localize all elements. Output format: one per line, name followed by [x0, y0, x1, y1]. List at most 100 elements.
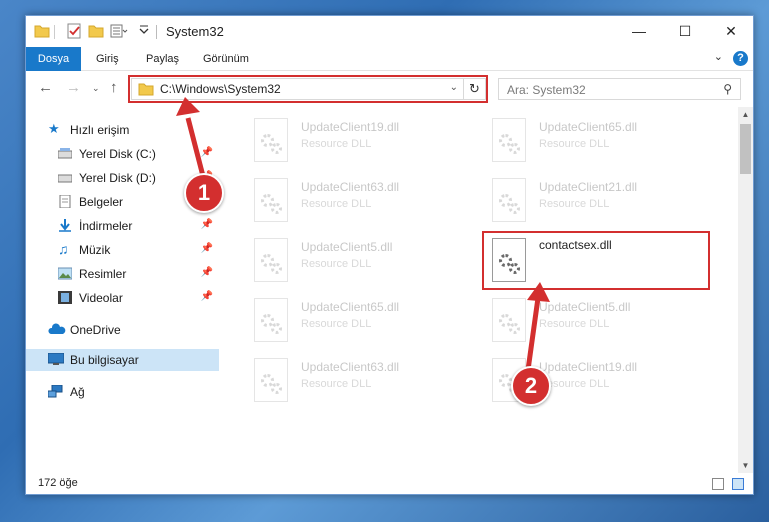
customize-toolbar-icon[interactable] [110, 23, 128, 39]
explorer-window: System32 — ☐ ✕ Dosya Giriş Paylaş Görünü… [25, 15, 754, 495]
file-name: UpdateClient65.dll [301, 300, 400, 314]
sidebar-item-onedrive[interactable]: OneDrive [26, 319, 219, 341]
music-icon: ♫ [58, 241, 69, 257]
sidebar-item-label: İndirmeler [79, 219, 133, 233]
document-icon [59, 195, 71, 208]
sidebar-item-label: Ağ [70, 385, 85, 399]
properties-icon[interactable] [66, 23, 82, 39]
close-button[interactable]: ✕ [708, 16, 753, 46]
file-item[interactable]: UpdateClient5.dll Resource DLL [484, 296, 714, 352]
tab-file[interactable]: Dosya [26, 47, 81, 71]
sidebar-item-this-pc[interactable]: Bu bilgisayar [26, 349, 219, 371]
scroll-down-icon[interactable]: ▼ [738, 458, 753, 473]
network-icon [48, 385, 63, 398]
search-input[interactable]: Ara: System32 ⚲ [498, 78, 741, 100]
ribbon: Dosya Giriş Paylaş Görünüm ⌄ ? [26, 47, 753, 71]
sidebar-item-network[interactable]: Ağ [26, 381, 219, 403]
folder-icon [34, 25, 50, 38]
dll-file-icon [254, 118, 288, 162]
pin-icon[interactable]: 📌 [201, 243, 213, 254]
dll-file-icon [254, 238, 288, 282]
pin-icon[interactable]: 📌 [201, 291, 213, 302]
vertical-scrollbar[interactable]: ▲ ▼ [738, 107, 753, 473]
chevron-down-icon[interactable] [138, 23, 150, 39]
item-count: 172 öğe [38, 477, 78, 489]
file-name: UpdateClient5.dll [539, 300, 631, 314]
navigation-bar: ← → ⌄ ↑ C:\Windows\System32 ⌄ ↻ Ara: Sys… [26, 72, 753, 106]
file-highlight [482, 231, 710, 290]
file-name: UpdateClient5.dll [301, 240, 393, 254]
file-type: Resource DLL [539, 138, 610, 150]
file-name: UpdateClient63.dll [301, 360, 400, 374]
tab-home[interactable]: Giriş [96, 47, 119, 71]
video-icon [58, 291, 72, 304]
dll-file-icon [492, 118, 526, 162]
details-view-icon[interactable] [712, 478, 724, 490]
file-type: Resource DLL [539, 198, 610, 210]
file-type: Resource DLL [301, 378, 372, 390]
status-bar: 172 öğe [26, 473, 753, 494]
file-item[interactable]: UpdateClient63.dll Resource DLL [246, 176, 476, 232]
cloud-icon [48, 323, 66, 334]
file-item[interactable]: UpdateClient5.dll Resource DLL [246, 236, 476, 292]
recent-locations-icon[interactable]: ⌄ [92, 83, 100, 94]
file-type: Resource DLL [539, 318, 610, 330]
sidebar-item-label: Hızlı erişim [70, 123, 130, 137]
sidebar-item-label: OneDrive [70, 323, 121, 337]
file-type: Resource DLL [301, 318, 372, 330]
dll-file-icon [492, 298, 526, 342]
back-button[interactable]: ← [38, 79, 53, 96]
sidebar-item-label: Bu bilgisayar [70, 353, 139, 367]
sidebar-item-pictures[interactable]: Resimler 📌 [26, 263, 219, 285]
search-placeholder: Ara: System32 [507, 83, 586, 97]
forward-button[interactable]: → [66, 79, 81, 96]
tab-view[interactable]: Görünüm [203, 47, 249, 71]
scrollbar-thumb[interactable] [740, 124, 751, 174]
file-name: UpdateClient63.dll [301, 180, 400, 194]
sidebar-item-downloads[interactable]: İndirmeler 📌 [26, 215, 219, 237]
navigation-pane: ★ Hızlı erişim Yerel Disk (C:) 📌 Yerel D… [26, 111, 219, 473]
minimize-button[interactable]: — [616, 16, 662, 46]
computer-icon [48, 353, 64, 365]
tab-share[interactable]: Paylaş [146, 47, 179, 71]
file-name: UpdateClient65.dll [539, 120, 638, 134]
download-icon [59, 219, 71, 232]
file-name: UpdateClient19.dll [301, 120, 400, 134]
window-title: System32 [166, 24, 224, 39]
file-item[interactable]: UpdateClient21.dll Resource DLL [484, 176, 714, 232]
step-1-badge: 1 [184, 173, 224, 213]
sidebar-item-label: Belgeler [79, 195, 124, 209]
file-item[interactable]: UpdateClient65.dll Resource DLL [246, 296, 476, 352]
up-button[interactable]: ↑ [110, 79, 118, 96]
sidebar-item-disk-c[interactable]: Yerel Disk (C:) 📌 [26, 143, 219, 165]
expand-ribbon-icon[interactable]: ⌄ [714, 50, 723, 63]
address-highlight [128, 75, 488, 103]
sidebar-item-music[interactable]: ♫ Müzik 📌 [26, 239, 219, 261]
dll-file-icon [254, 298, 288, 342]
new-folder-icon[interactable] [88, 23, 104, 39]
title-bar: System32 — ☐ ✕ [26, 16, 753, 47]
scroll-up-icon[interactable]: ▲ [738, 107, 753, 122]
file-list: UpdateClient19.dll Resource DLL UpdateCl… [236, 111, 736, 473]
file-item[interactable]: UpdateClient19.dll Resource DLL [246, 116, 476, 172]
file-item[interactable]: UpdateClient65.dll Resource DLL [484, 116, 714, 172]
pin-icon[interactable]: 📌 [201, 147, 213, 158]
sidebar-item-label: Videolar [79, 291, 123, 305]
file-name: UpdateClient19.dll [539, 360, 638, 374]
maximize-button[interactable]: ☐ [662, 16, 708, 46]
pin-icon[interactable]: 📌 [201, 219, 213, 230]
pictures-icon [58, 267, 72, 280]
sidebar-item-label: Yerel Disk (C:) [79, 147, 156, 161]
large-icons-view-icon[interactable] [732, 478, 744, 490]
file-item[interactable]: UpdateClient63.dll Resource DLL [246, 356, 476, 412]
sidebar-item-label: Resimler [79, 267, 127, 281]
drive-icon [58, 148, 72, 159]
step-2-badge: 2 [511, 366, 551, 406]
search-icon: ⚲ [723, 82, 732, 96]
sidebar-item-quick-access[interactable]: ★ Hızlı erişim [26, 119, 219, 141]
file-type: Resource DLL [301, 138, 372, 150]
help-icon[interactable]: ? [733, 51, 748, 66]
pin-icon[interactable]: 📌 [201, 267, 213, 278]
file-type: Resource DLL [301, 198, 372, 210]
sidebar-item-videos[interactable]: Videolar 📌 [26, 287, 219, 309]
